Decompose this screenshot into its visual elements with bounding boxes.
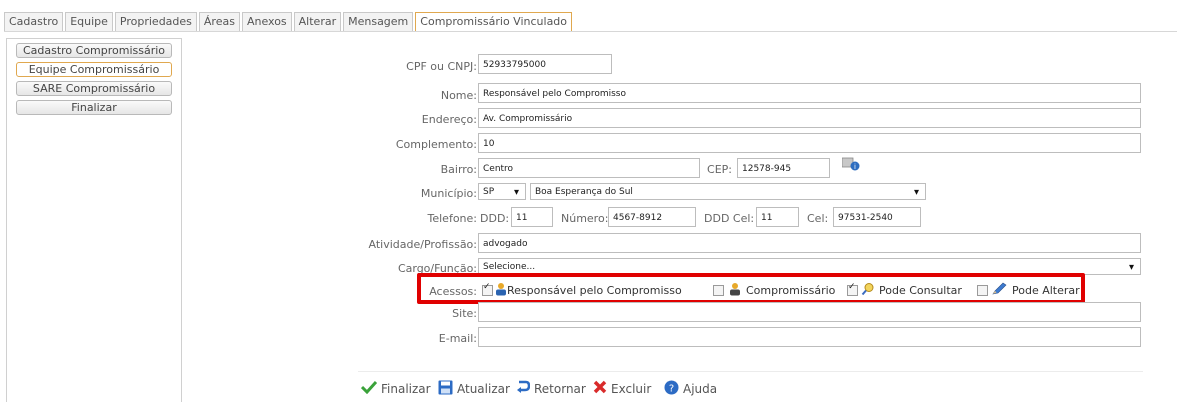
retornar-label: Retornar — [534, 381, 586, 396]
sidebar-item-finalizar[interactable]: Finalizar — [16, 100, 172, 115]
cpf-label: CPF ou CNPJ: — [406, 60, 477, 73]
bairro-label: Bairro: — [440, 163, 477, 176]
finalizar-label: Finalizar — [381, 381, 431, 396]
help-icon: ? — [664, 380, 679, 398]
ddd-input[interactable]: 11 — [511, 207, 553, 227]
tab-anexos[interactable]: Anexos — [241, 12, 292, 32]
complemento-input[interactable]: 10 — [478, 133, 1141, 153]
uf-select[interactable]: SP — [478, 183, 526, 200]
endereco-input[interactable]: Av. Compromissário — [478, 108, 1141, 128]
email-input[interactable] — [478, 327, 1141, 347]
tab-equipe[interactable]: Equipe — [65, 12, 113, 32]
numero-label: Número: — [561, 212, 609, 225]
excluir-label: Excluir — [611, 381, 652, 396]
nome-label: Nome: — [440, 89, 477, 102]
site-input[interactable] — [478, 302, 1141, 322]
sidebar-item-cadastro-compromissario[interactable]: Cadastro Compromissário — [16, 43, 172, 58]
excluir-button[interactable]: Excluir — [593, 380, 651, 397]
site-label: Site: — [452, 307, 477, 320]
email-label: E-mail: — [438, 332, 477, 345]
tab-areas[interactable]: Áreas — [198, 12, 240, 32]
finalizar-button[interactable]: Finalizar — [360, 380, 431, 397]
municipio-label: Município: — [420, 187, 477, 200]
tab-alterar[interactable]: Alterar — [293, 12, 342, 32]
sidebar: Cadastro Compromissário Equipe Compromis… — [6, 38, 182, 402]
ajuda-button[interactable]: ? Ajuda — [664, 380, 717, 398]
ddd-label: DDD: — [480, 212, 510, 225]
cpf-input[interactable]: 52933795000 — [478, 54, 612, 74]
acessos-highlight-box — [417, 273, 1085, 304]
atividade-input[interactable]: advogado — [478, 233, 1141, 253]
cep-input[interactable]: 12578-945 — [737, 158, 830, 178]
save-icon — [438, 380, 453, 398]
numero-input[interactable]: 4567-8912 — [608, 207, 696, 227]
return-icon — [516, 380, 531, 397]
atualizar-button[interactable]: Atualizar — [438, 380, 510, 398]
sidebar-item-equipe-compromissario[interactable]: Equipe Compromissário — [16, 62, 172, 77]
tab-divider — [4, 31, 1177, 32]
tab-propriedades[interactable]: Propriedades — [114, 12, 197, 32]
cel-input[interactable]: 97531-2540 — [833, 207, 921, 227]
ajuda-label: Ajuda — [683, 382, 718, 396]
municipio-select[interactable]: Boa Esperança do Sul — [530, 183, 926, 200]
tab-compromissario-vinculado[interactable]: Compromissário Vinculado — [415, 12, 573, 32]
complemento-label: Complemento: — [395, 138, 477, 151]
check-icon — [360, 380, 378, 397]
svg-text:?: ? — [669, 384, 674, 395]
cep-label: CEP: — [707, 163, 732, 176]
svg-text:i: i — [854, 163, 856, 171]
retornar-button[interactable]: Retornar — [516, 380, 586, 397]
endereco-label: Endereço: — [421, 113, 477, 126]
actions-divider — [358, 371, 1143, 372]
telefone-label: Telefone: — [427, 212, 478, 225]
ddd-cel-label: DDD Cel: — [704, 212, 755, 225]
cel-label: Cel: — [807, 212, 829, 225]
tab-bar: Cadastro Equipe Propriedades Áreas Anexo… — [4, 12, 573, 32]
tab-cadastro[interactable]: Cadastro — [4, 12, 64, 32]
tab-mensagem[interactable]: Mensagem — [343, 12, 414, 32]
bairro-input[interactable]: Centro — [478, 158, 700, 178]
sidebar-item-sare-compromissario[interactable]: SARE Compromissário — [16, 81, 172, 96]
nome-input[interactable]: Responsável pelo Compromisso — [478, 83, 1141, 103]
atividade-label: Atividade/Profissão: — [368, 238, 477, 251]
atualizar-label: Atualizar — [457, 382, 510, 396]
delete-icon — [593, 380, 607, 397]
cep-search-icon[interactable]: i — [841, 157, 860, 171]
ddd-cel-input[interactable]: 11 — [756, 207, 799, 227]
